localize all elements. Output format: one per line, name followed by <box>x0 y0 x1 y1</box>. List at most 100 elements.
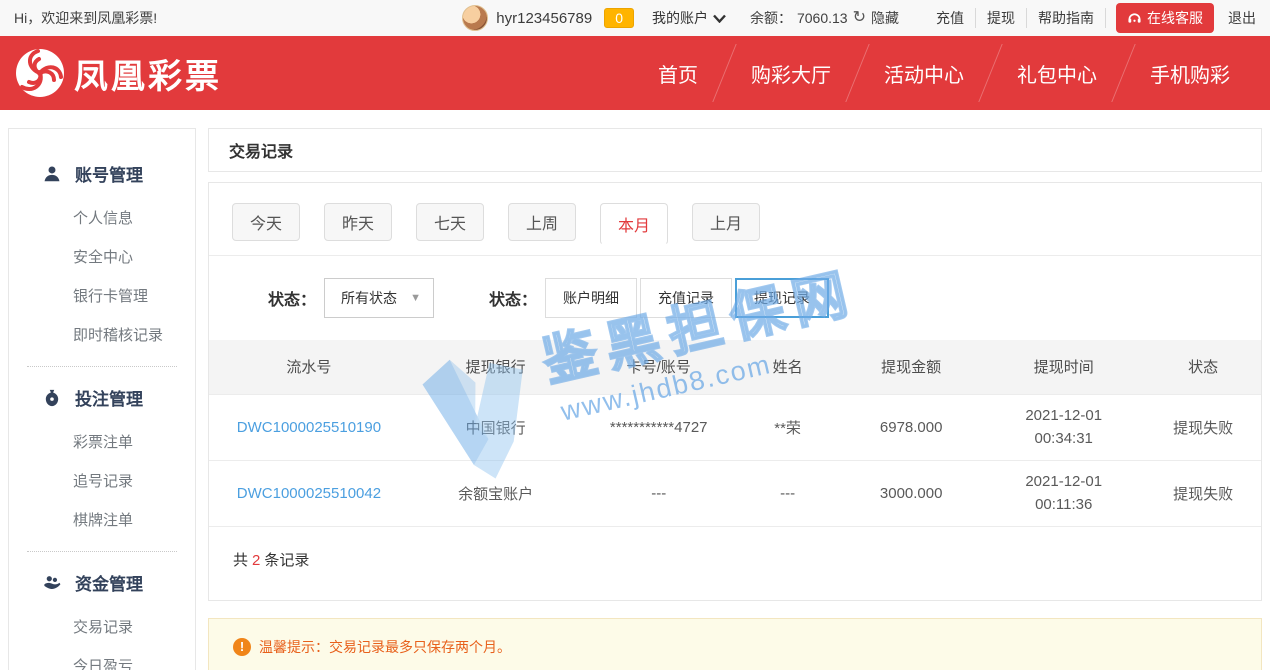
serial-link[interactable]: DWC1000025510190 <box>209 394 409 460</box>
funds-icon <box>43 574 61 592</box>
sidebar-item-personal-info[interactable]: 个人信息 <box>9 198 195 237</box>
status-cell: 提现失败 <box>1145 460 1261 526</box>
sidebar-item-board-orders[interactable]: 棋牌注单 <box>9 500 195 539</box>
phoenix-swirl-icon <box>14 47 66 99</box>
moneybag-icon <box>43 389 61 407</box>
notice-text: 温馨提示：交易记录最多只保存两个月。 <box>259 637 511 657</box>
notice-banner: ! 温馨提示：交易记录最多只保存两个月。 <box>208 618 1262 670</box>
user-icon <box>43 165 61 183</box>
amount-cell: 3000.000 <box>840 460 982 526</box>
table-header-row: 流水号 提现银行 卡号/账号 姓名 提现金额 提现时间 状态 <box>209 340 1261 394</box>
time-cell: 2021-12-01 00:34:31 <box>982 394 1145 460</box>
type-button-recharge-records[interactable]: 充值记录 <box>640 278 732 318</box>
sidebar-item-bank-cards[interactable]: 银行卡管理 <box>9 276 195 315</box>
table-row: DWC1000025510042 余额宝账户 --- --- 3000.000 … <box>209 460 1261 526</box>
nav-item-mobile[interactable]: 手机购彩 <box>1124 59 1256 88</box>
summary-prefix: 共 <box>233 552 248 569</box>
record-count: 2 <box>248 552 264 569</box>
status-select[interactable]: 所有状态 ▼ <box>324 278 434 318</box>
name-cell: --- <box>735 460 840 526</box>
sidebar-item-today-pnl[interactable]: 今日盈亏 <box>9 646 195 670</box>
page-body: 账号管理 个人信息 安全中心 银行卡管理 即时稽核记录 投注管理 彩票注单 追号… <box>0 110 1270 670</box>
col-header-bank: 提现银行 <box>409 340 583 394</box>
status-cell: 提现失败 <box>1145 394 1261 460</box>
time-value: 2021-12-01 00:34:31 <box>1020 404 1108 451</box>
type-button-withdraw-records[interactable]: 提现记录 <box>735 278 829 318</box>
nav-item-home[interactable]: 首页 <box>632 59 724 88</box>
type-button-account-detail[interactable]: 账户明细 <box>545 278 637 318</box>
date-tabs: 今天 昨天 七天 上周 本月 上月 <box>209 183 1261 255</box>
warning-icon: ! <box>233 638 251 656</box>
nav-item-lottery-hall[interactable]: 购彩大厅 <box>725 59 857 88</box>
records-panel: 今天 昨天 七天 上周 本月 上月 状态： 所有状态 ▼ 状态： 账户明细 充值… <box>208 182 1262 601</box>
sidebar-item-lottery-orders[interactable]: 彩票注单 <box>9 422 195 461</box>
main-navbar: 凤凰彩票 首页 购彩大厅 活动中心 礼包中心 手机购彩 <box>0 36 1270 110</box>
my-account-menu[interactable]: 我的账户 <box>652 8 726 28</box>
nav-items: 首页 购彩大厅 活动中心 礼包中心 手机购彩 <box>632 36 1256 110</box>
tab-yesterday[interactable]: 昨天 <box>324 203 392 241</box>
sidebar-head-betting[interactable]: 投注管理 <box>9 375 195 422</box>
records-table: 流水号 提现银行 卡号/账号 姓名 提现金额 提现时间 状态 DWC100002… <box>209 340 1261 526</box>
refresh-balance-icon[interactable]: ↻ <box>853 10 866 26</box>
balance-value: 7060.13 <box>797 10 848 26</box>
col-header-card: 卡号/账号 <box>582 340 735 394</box>
amount-cell: 6978.000 <box>840 394 982 460</box>
sidebar-item-chase-records[interactable]: 追号记录 <box>9 461 195 500</box>
tab-seven-days[interactable]: 七天 <box>416 203 484 241</box>
tab-last-week[interactable]: 上周 <box>508 203 576 241</box>
logout-link[interactable]: 退出 <box>1224 8 1256 28</box>
card-cell: --- <box>582 460 735 526</box>
brand-logo[interactable]: 凤凰彩票 <box>14 47 222 99</box>
topbar-links: 充值 提现 帮助指南 <box>925 8 1106 28</box>
sidebar-item-transaction-records[interactable]: 交易记录 <box>9 607 195 646</box>
sidebar-section-title: 投注管理 <box>75 385 143 410</box>
balance-label: 余额： <box>750 8 792 28</box>
col-header-serial: 流水号 <box>209 340 409 394</box>
sidebar-divider <box>27 551 177 552</box>
message-count-badge[interactable]: 0 <box>604 8 634 28</box>
table-row: DWC1000025510190 中国银行 ***********4727 **… <box>209 394 1261 460</box>
sidebar-section-title: 资金管理 <box>75 570 143 595</box>
my-account-label: 我的账户 <box>652 8 708 28</box>
select-caret-icon: ▼ <box>410 292 421 304</box>
bank-cell: 中国银行 <box>409 394 583 460</box>
recharge-link[interactable]: 充值 <box>925 8 976 28</box>
username: hyr123456789 <box>496 10 592 27</box>
name-cell: **荣 <box>735 394 840 460</box>
brand-name: 凤凰彩票 <box>74 49 222 98</box>
headset-icon <box>1127 11 1142 25</box>
page-title: 交易记录 <box>208 128 1262 172</box>
col-header-time: 提现时间 <box>982 340 1145 394</box>
user-avatar[interactable] <box>462 5 488 31</box>
sidebar: 账号管理 个人信息 安全中心 银行卡管理 即时稽核记录 投注管理 彩票注单 追号… <box>8 128 196 670</box>
main-content: 交易记录 今天 昨天 七天 上周 本月 上月 状态： 所有状态 ▼ 状态： 账户… <box>208 128 1262 670</box>
records-summary: 共2条记录 <box>209 526 1261 600</box>
nav-item-gift-center[interactable]: 礼包中心 <box>991 59 1123 88</box>
col-header-status: 状态 <box>1145 340 1261 394</box>
sidebar-item-audit-records[interactable]: 即时稽核记录 <box>9 315 195 354</box>
help-guide-link[interactable]: 帮助指南 <box>1027 8 1106 28</box>
status-filter-label: 状态： <box>268 286 316 310</box>
hide-balance-link[interactable]: 隐藏 <box>871 8 899 28</box>
serial-link[interactable]: DWC1000025510042 <box>209 460 409 526</box>
chevron-down-icon <box>713 14 726 23</box>
online-service-label: 在线客服 <box>1147 8 1203 28</box>
tab-this-month[interactable]: 本月 <box>600 203 668 245</box>
type-filter-label: 状态： <box>489 286 537 310</box>
sidebar-head-account[interactable]: 账号管理 <box>9 151 195 198</box>
sidebar-item-security-center[interactable]: 安全中心 <box>9 237 195 276</box>
card-cell: ***********4727 <box>582 394 735 460</box>
time-value: 2021-12-01 00:11:36 <box>1020 470 1108 517</box>
withdraw-link[interactable]: 提现 <box>976 8 1027 28</box>
nav-item-activity-center[interactable]: 活动中心 <box>858 59 990 88</box>
time-cell: 2021-12-01 00:11:36 <box>982 460 1145 526</box>
welcome-text: Hi，欢迎来到凤凰彩票! <box>14 8 157 28</box>
tab-last-month[interactable]: 上月 <box>692 203 760 241</box>
sidebar-head-funds[interactable]: 资金管理 <box>9 560 195 607</box>
filter-row: 状态： 所有状态 ▼ 状态： 账户明细 充值记录 提现记录 <box>209 255 1261 340</box>
status-select-value: 所有状态 <box>341 288 397 308</box>
online-service-button[interactable]: 在线客服 <box>1116 3 1214 33</box>
sidebar-section-account: 账号管理 个人信息 安全中心 银行卡管理 即时稽核记录 <box>9 151 195 354</box>
top-utility-bar: Hi，欢迎来到凤凰彩票! hyr123456789 0 我的账户 余额： 706… <box>0 0 1270 36</box>
tab-today[interactable]: 今天 <box>232 203 300 241</box>
